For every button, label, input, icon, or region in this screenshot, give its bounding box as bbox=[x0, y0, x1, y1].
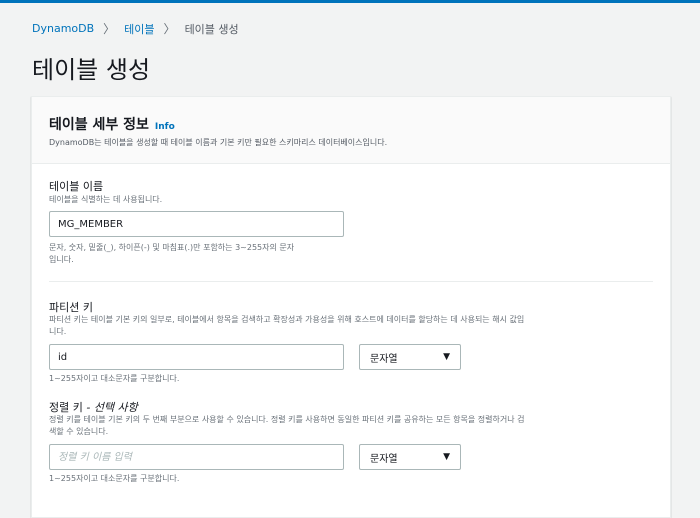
sort-key-hint: 1~255자이고 대소문자를 구분합니다. bbox=[49, 474, 180, 483]
table-name-constraint-cont: 입니다. bbox=[49, 255, 74, 264]
sort-key-description: 정렬 키를 테이블 기본 키의 두 번째 부분으로 사용할 수 있습니다. 정렬… bbox=[49, 415, 525, 424]
sort-key-label-text: 정렬 키 bbox=[49, 401, 83, 414]
partition-key-description: 파티션 키는 테이블 기본 키의 일부로, 테이블에서 항목을 검색하고 확장성… bbox=[49, 315, 525, 324]
table-details-card: 테이블 세부 정보 Info DynamoDB는 테이블을 생성할 때 테이블 이… bbox=[31, 96, 671, 518]
partition-key-hint: 1~255자이고 대소문자를 구분합니다. bbox=[49, 374, 180, 383]
table-name-description: 테이블을 식별하는 데 사용됩니다. bbox=[49, 195, 163, 204]
page-title: 테이블 생성 bbox=[32, 56, 151, 84]
sort-key-optional: - 선택 사항 bbox=[86, 401, 138, 414]
partition-key-description-cont: 니다. bbox=[49, 327, 67, 336]
partition-key-type-select[interactable]: 문자열 ▼ bbox=[359, 344, 461, 370]
breadcrumb: DynamoDB 〉 테이블 〉 테이블 생성 bbox=[32, 20, 239, 37]
chevron-right-icon: 〉 bbox=[103, 22, 116, 36]
table-name-constraint: 문자, 숫자, 밑줄(_), 하이픈(-) 및 마침표(.)만 포함하는 3~2… bbox=[49, 243, 295, 252]
sort-key-type-select[interactable]: 문자열 ▼ bbox=[359, 444, 461, 470]
caret-down-icon: ▼ bbox=[443, 352, 450, 362]
top-accent-bar bbox=[0, 0, 700, 3]
card-title-text: 테이블 세부 정보 bbox=[49, 117, 149, 133]
breadcrumb-dynamodb[interactable]: DynamoDB bbox=[32, 22, 94, 35]
breadcrumb-tables[interactable]: 테이블 bbox=[124, 21, 154, 37]
card-header: 테이블 세부 정보 Info DynamoDB는 테이블을 생성할 때 테이블 이… bbox=[32, 97, 670, 164]
sort-key-input[interactable] bbox=[49, 444, 344, 470]
divider bbox=[49, 281, 653, 282]
partition-key-label: 파티션 키 bbox=[49, 301, 93, 314]
card-title: 테이블 세부 정보 Info bbox=[49, 114, 175, 134]
sort-key-label: 정렬 키 - 선택 사항 bbox=[49, 399, 138, 415]
sort-key-type-value: 문자열 bbox=[370, 453, 398, 465]
caret-down-icon: ▼ bbox=[443, 452, 450, 462]
partition-key-input[interactable] bbox=[49, 344, 344, 370]
partition-key-type-value: 문자열 bbox=[370, 353, 398, 365]
card-description: DynamoDB는 테이블을 생성할 때 테이블 이름과 기본 키만 필요한 스… bbox=[49, 138, 388, 147]
chevron-right-icon: 〉 bbox=[163, 22, 176, 36]
info-link[interactable]: Info bbox=[155, 122, 175, 132]
sort-key-description-cont: 색할 수 있습니다. bbox=[49, 427, 109, 436]
breadcrumb-current: 테이블 생성 bbox=[184, 22, 239, 36]
table-name-label: 테이블 이름 bbox=[49, 180, 104, 193]
table-name-input[interactable] bbox=[49, 211, 344, 237]
